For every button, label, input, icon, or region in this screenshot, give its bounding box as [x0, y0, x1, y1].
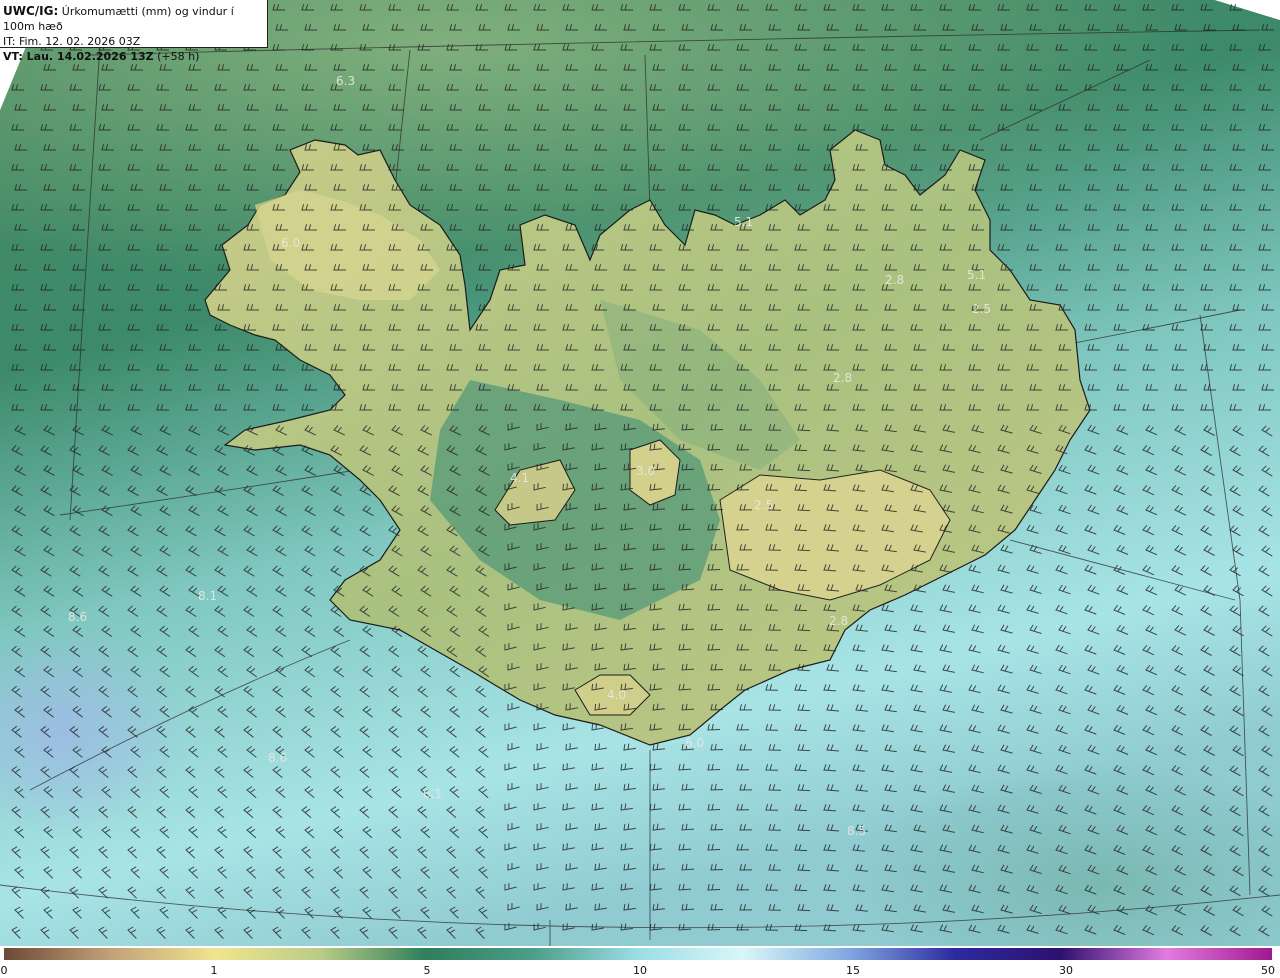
scale-tick: 0	[0, 964, 8, 977]
map-label: 4.1	[510, 471, 529, 485]
map-label: 8.6	[268, 751, 287, 765]
map-label: 4.0	[607, 688, 626, 702]
map-label: 2.8	[833, 371, 852, 385]
valid-time: VT: Lau. 14.02.2026 13Z	[3, 50, 154, 63]
map-viewer: 6.3 5.1 2.8 5.1 2.5 2.8 4.1 3.0 2.5 2.8 …	[0, 0, 1280, 978]
map-label: 6.1	[423, 787, 442, 801]
map-label: 6.0	[281, 236, 300, 250]
map-header: UWC/IG: Úrkomumætti (mm) og vindur í 100…	[0, 0, 268, 63]
map-label: 2.5	[972, 302, 991, 316]
southwest-precip-area	[0, 480, 420, 840]
forecast-offset: (+58 h)	[157, 50, 200, 63]
scale-tick: 5	[423, 964, 431, 977]
map-label: 2.5	[754, 498, 773, 512]
precipitation-wind-map[interactable]: 6.3 5.1 2.8 5.1 2.5 2.8 4.1 3.0 2.5 2.8 …	[0, 0, 1280, 946]
map-label: 6.3	[336, 74, 355, 88]
map-label: 8.5	[847, 824, 866, 838]
scale-tick: 10	[633, 964, 647, 977]
color-scale-bar	[4, 948, 1272, 960]
issue-time: IT: Fim. 12. 02. 2026 03Z	[3, 35, 141, 48]
map-label: 5.1	[734, 215, 753, 229]
map-label: 2.8	[829, 614, 848, 628]
map-label: 6.0	[685, 736, 704, 750]
title-line: UWC/IG: Úrkomumætti (mm) og vindur í 100…	[3, 4, 267, 34]
scale-tick: 30	[1059, 964, 1073, 977]
scale-tick: 15	[846, 964, 860, 977]
map-label: 5.1	[967, 268, 986, 282]
map-label: 2.8	[885, 273, 904, 287]
scale-tick: 1	[210, 964, 218, 977]
model-name: UWC/IG:	[3, 4, 59, 18]
color-scale: 0 1 5 10 15 30 50	[0, 946, 1280, 978]
map-label: 8.1	[198, 589, 217, 603]
map-label: 3.0	[636, 464, 655, 478]
valid-time-line: VT: Lau. 14.02.2026 13Z (+58 h)	[3, 49, 267, 64]
scale-tick: 50	[1261, 964, 1275, 977]
map-label: 8.6	[68, 610, 87, 624]
